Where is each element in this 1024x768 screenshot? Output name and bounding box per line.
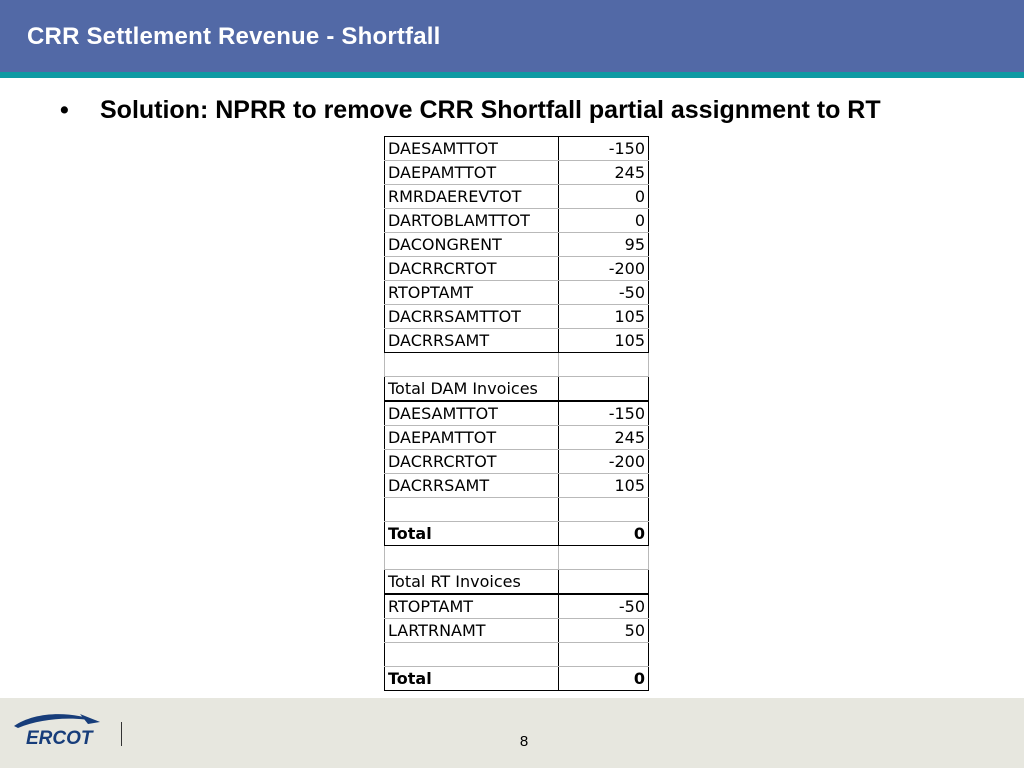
row-value: -50 (558, 593, 649, 619)
table-row: DACRRSAMT 105 (384, 328, 649, 353)
row-label: DAESAMTTOT (384, 136, 559, 161)
settlement-table: DAESAMTTOT -150 DAEPAMTTOT 245 RMRDAEREVTO… (384, 136, 649, 691)
section-header-row: Total RT Invoices (384, 569, 649, 595)
row-value (558, 642, 649, 667)
total-value: 0 (558, 666, 649, 691)
section-header-label: Total DAM Invoices (384, 376, 559, 402)
table-row: RTOPTAMT -50 (384, 593, 649, 619)
page-number: 8 (519, 733, 529, 750)
row-value: -150 (558, 136, 649, 161)
row-label: LARTRNAMT (384, 618, 559, 643)
row-label: RTOPTAMT (384, 593, 559, 619)
logo-text: ERCOT (26, 728, 94, 749)
section-header-label: Total RT Invoices (384, 569, 559, 595)
row-value (558, 545, 649, 570)
footer-divider (121, 722, 122, 746)
row-label: DACONGRENT (384, 232, 559, 257)
row-value (558, 376, 649, 402)
row-label: RMRDAEREVTOT (384, 184, 559, 209)
total-row: Total 0 (384, 666, 649, 691)
row-value: 105 (558, 473, 649, 498)
title-bar-rule (0, 72, 1024, 78)
row-label (384, 497, 559, 522)
table-row: DAEPAMTTOT 245 (384, 425, 649, 450)
row-value: 245 (558, 425, 649, 450)
row-label: DARTOBLAMTTOT (384, 208, 559, 233)
row-value: -50 (558, 280, 649, 305)
table-row: DAESAMTTOT -150 (384, 400, 649, 426)
table-row: RMRDAEREVTOT 0 (384, 184, 649, 209)
row-value: 95 (558, 232, 649, 257)
bullet-text: Solution: NPRR to remove CRR Shortfall p… (100, 96, 881, 124)
row-value: 0 (558, 208, 649, 233)
row-label (384, 545, 559, 570)
row-label: RTOPTAMT (384, 280, 559, 305)
row-value: 105 (558, 304, 649, 329)
total-label: Total (384, 666, 559, 691)
row-label: DACRRSAMTTOT (384, 304, 559, 329)
table-row: DACRRSAMTTOT 105 (384, 304, 649, 329)
table-row: DAESAMTTOT -150 (384, 136, 649, 161)
row-label: DACRRSAMT (384, 328, 559, 353)
blank-row (384, 545, 649, 570)
row-value (558, 569, 649, 595)
slide-title: CRR Settlement Revenue - Shortfall (27, 23, 441, 50)
row-label: DACRRSAMT (384, 473, 559, 498)
table-row: DACONGRENT 95 (384, 232, 649, 257)
table-row: DARTOBLAMTTOT 0 (384, 208, 649, 233)
row-value: 50 (558, 618, 649, 643)
row-value: -200 (558, 256, 649, 281)
row-label: DACRRCRTOT (384, 449, 559, 474)
row-value: 105 (558, 328, 649, 353)
total-row: Total 0 (384, 521, 649, 546)
row-value: -200 (558, 449, 649, 474)
table-row: LARTRNAMT 50 (384, 618, 649, 643)
ercot-logo: ERCOT (14, 714, 100, 749)
row-value (558, 352, 649, 377)
row-value: -150 (558, 400, 649, 426)
bullet-icon: • (60, 96, 69, 124)
section-header-row: Total DAM Invoices (384, 376, 649, 402)
blank-row (384, 642, 649, 667)
row-label (384, 352, 559, 377)
table-row: DACRRCRTOT -200 (384, 256, 649, 281)
row-label: DAESAMTTOT (384, 400, 559, 426)
row-label (384, 642, 559, 667)
row-label: DAEPAMTTOT (384, 160, 559, 185)
blank-row (384, 352, 649, 377)
table-row: DACRRCRTOT -200 (384, 449, 649, 474)
row-value: 0 (558, 184, 649, 209)
row-value (558, 497, 649, 522)
table-row: DAEPAMTTOT 245 (384, 160, 649, 185)
table-row: DACRRSAMT 105 (384, 473, 649, 498)
table-row: RTOPTAMT -50 (384, 280, 649, 305)
row-value: 245 (558, 160, 649, 185)
total-label: Total (384, 521, 559, 546)
total-value: 0 (558, 521, 649, 546)
row-label: DAEPAMTTOT (384, 425, 559, 450)
row-label: DACRRCRTOT (384, 256, 559, 281)
blank-row (384, 497, 649, 522)
